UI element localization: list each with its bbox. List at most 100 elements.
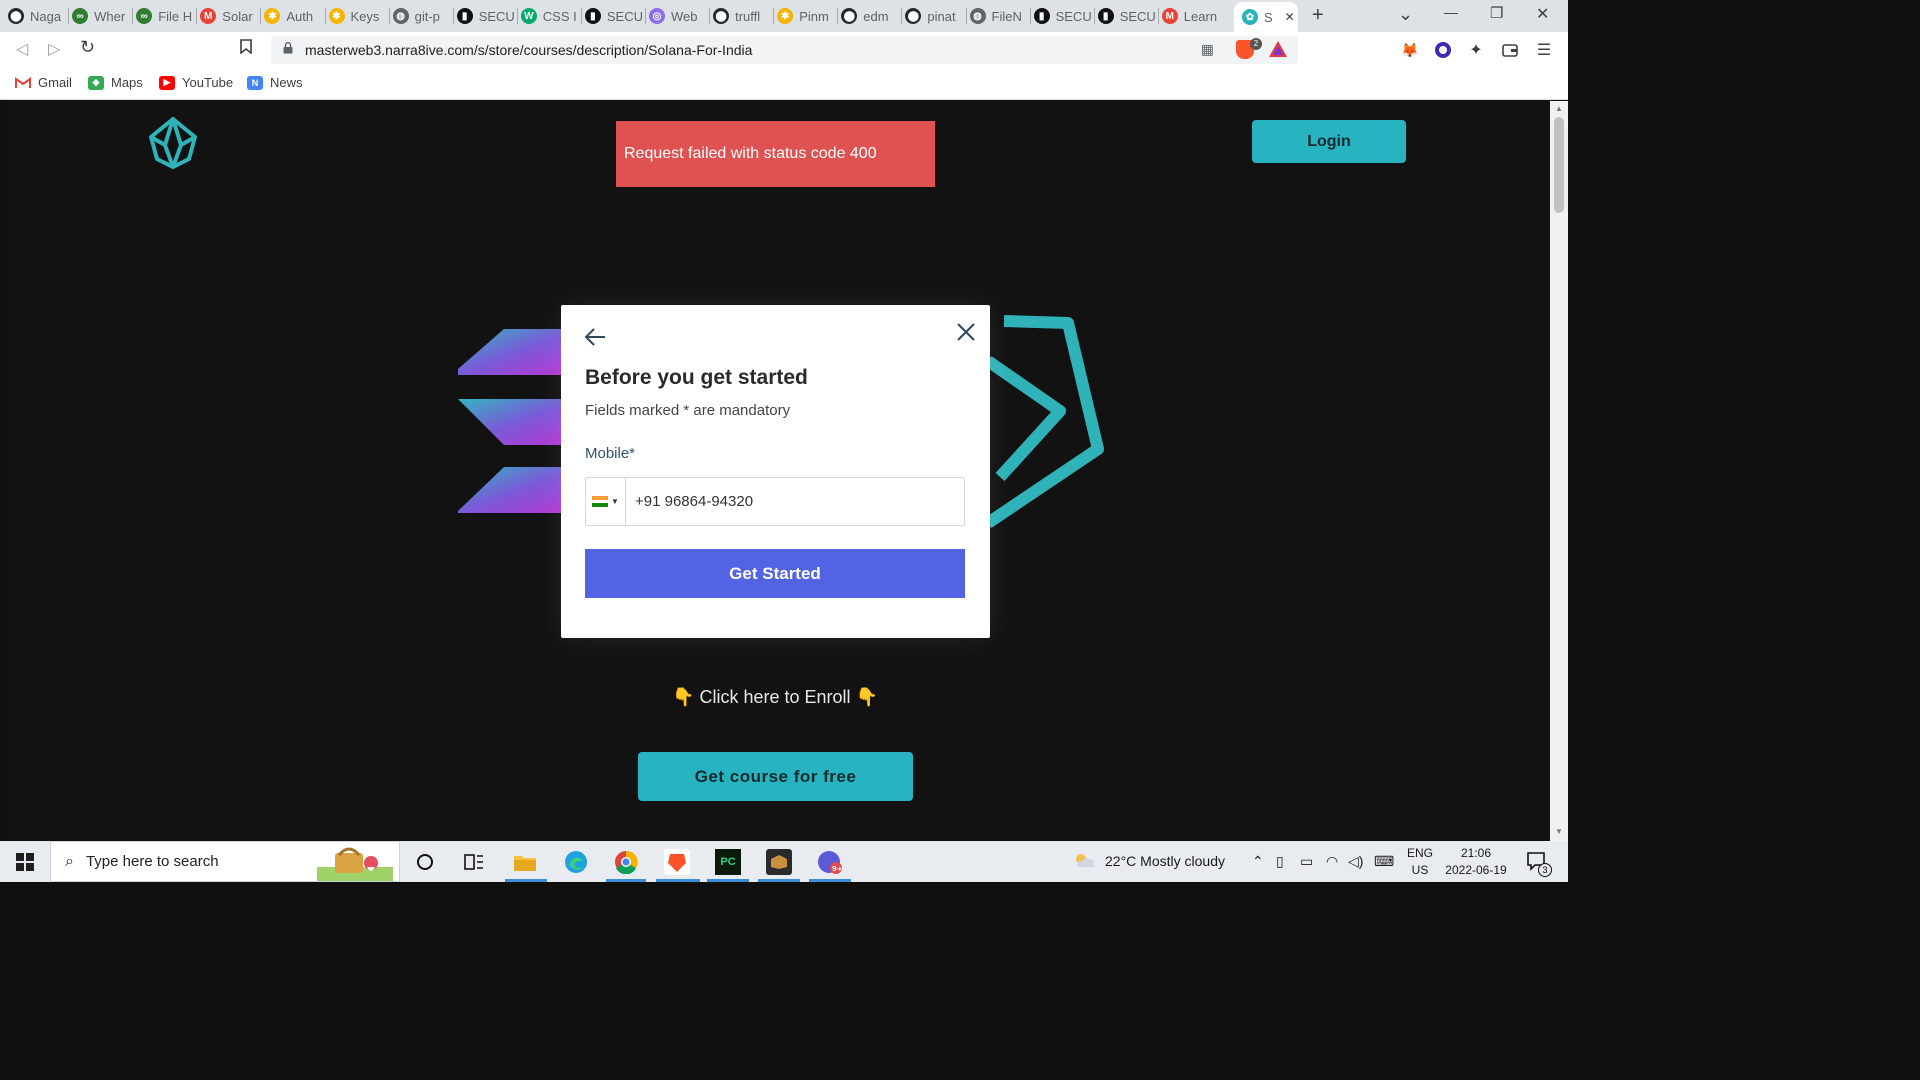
- back-icon[interactable]: ◁: [16, 39, 28, 59]
- browser-tab[interactable]: ∞ Wher: [72, 4, 130, 28]
- browser-tab-active[interactable]: ✿ S ✕: [1234, 2, 1298, 32]
- brave-icon[interactable]: [664, 849, 690, 875]
- url-text[interactable]: masterweb3.narra8ive.com/s/store/courses…: [305, 42, 752, 58]
- tab-label: Pinm: [799, 8, 829, 24]
- chrome-icon[interactable]: [613, 849, 639, 875]
- browser-tab[interactable]: ⬤ Naga: [8, 4, 66, 28]
- pinwheel-icon: ✱: [328, 8, 345, 24]
- region-code: US: [1411, 863, 1429, 877]
- pycharm-icon[interactable]: PC: [715, 849, 741, 875]
- file-explorer-icon[interactable]: [512, 849, 538, 875]
- get-course-free-button[interactable]: Get course for free: [638, 752, 913, 801]
- notion-icon: ▮: [584, 8, 601, 24]
- cortana-icon[interactable]: [412, 849, 438, 875]
- close-icon[interactable]: [955, 321, 977, 343]
- browser-tab[interactable]: ◎ Web: [649, 4, 707, 28]
- minimize-icon[interactable]: —: [1444, 4, 1458, 20]
- volume-icon[interactable]: ◁): [1348, 853, 1363, 870]
- keyboard-icon[interactable]: ⌨: [1374, 853, 1394, 870]
- edge-icon[interactable]: [563, 849, 589, 875]
- tab-separator: [709, 8, 711, 24]
- close-tab-icon[interactable]: ✕: [1285, 10, 1295, 24]
- windows-taskbar: ⌕ Type here to search PC 9+ 22°C Mostly …: [0, 841, 1568, 882]
- mobile-field[interactable]: ▼ +91 96864-94320: [585, 477, 965, 526]
- extensions-puzzle-icon[interactable]: ✦: [1466, 40, 1486, 60]
- tab-separator: [1093, 8, 1095, 24]
- scrollbar-thumb[interactable]: [1554, 117, 1564, 213]
- mobile-input[interactable]: +91 96864-94320: [635, 493, 753, 510]
- menu-icon[interactable]: ☰: [1534, 40, 1554, 60]
- site-logo-icon[interactable]: [145, 115, 201, 171]
- browser-tab[interactable]: ▮ SECU: [456, 4, 515, 28]
- address-bar[interactable]: masterweb3.narra8ive.com/s/store/courses…: [271, 36, 1298, 64]
- bookmark-label: Gmail: [38, 75, 72, 90]
- browser-tab[interactable]: ◍ FileN: [969, 4, 1028, 28]
- app-box-icon[interactable]: [766, 849, 792, 875]
- tab-label: FileN: [991, 8, 1022, 24]
- tab-separator: [645, 8, 646, 24]
- reload-icon[interactable]: ↻: [80, 37, 95, 58]
- windows-start-icon[interactable]: [16, 853, 34, 871]
- tab-search-icon[interactable]: ⌄: [1398, 4, 1413, 25]
- notion-icon: ▮: [456, 8, 473, 24]
- forward-icon[interactable]: ▷: [48, 39, 60, 59]
- system-clock[interactable]: 21:06 2022-06-19: [1440, 845, 1512, 879]
- wallet-icon[interactable]: [1500, 40, 1520, 60]
- close-window-icon[interactable]: ✕: [1536, 4, 1549, 24]
- chevron-up-icon[interactable]: ⌃: [1252, 853, 1264, 870]
- bookmark-maps[interactable]: ◆ Maps: [88, 75, 143, 90]
- task-view-icon[interactable]: [461, 849, 487, 875]
- taskbar-search[interactable]: ⌕ Type here to search: [50, 841, 400, 882]
- browser-tab[interactable]: ▮ SECU: [584, 4, 643, 28]
- new-tab-icon[interactable]: +: [1312, 4, 1324, 27]
- browser-tab[interactable]: ∞ File H: [136, 4, 194, 28]
- browser-tab[interactable]: ✱ Auth: [264, 4, 322, 28]
- tab-label: SECU: [1119, 8, 1156, 24]
- browser-tab[interactable]: ⬤ pinat: [905, 4, 963, 28]
- browser-tab[interactable]: ▮ SECU: [1097, 4, 1156, 28]
- browser-tab[interactable]: ⬤ edm: [841, 4, 899, 28]
- brave-rewards-icon[interactable]: [1268, 40, 1288, 63]
- language-indicator[interactable]: ENG US: [1396, 845, 1444, 879]
- browser-tab[interactable]: W CSS I: [520, 4, 579, 28]
- bookmark-youtube[interactable]: ▶ YouTube: [159, 75, 233, 90]
- github-icon: ⬤: [841, 8, 858, 24]
- svg-text:9+: 9+: [832, 865, 843, 873]
- browser-tab[interactable]: ✱ Keys: [328, 4, 387, 28]
- tab-label: Web: [671, 8, 698, 24]
- browser-tab[interactable]: ◍ git-p: [392, 4, 451, 28]
- battery-icon[interactable]: ▭: [1300, 853, 1313, 870]
- back-arrow-icon[interactable]: [583, 325, 607, 349]
- tab-separator: [324, 8, 326, 24]
- notification-count-badge: 3: [1538, 863, 1552, 877]
- page-scrollbar[interactable]: ▲ ▼: [1550, 101, 1568, 841]
- scroll-down-icon[interactable]: ▼: [1555, 827, 1563, 836]
- shields-count-badge: 2: [1250, 38, 1262, 50]
- restore-icon[interactable]: ❐: [1490, 4, 1503, 22]
- weather-text[interactable]: 22°C Mostly cloudy: [1105, 853, 1225, 869]
- notification-app-icon[interactable]: 9+: [817, 849, 843, 875]
- news-icon: N: [247, 75, 263, 90]
- tab-separator: [68, 8, 70, 24]
- device-icon[interactable]: ▯: [1276, 853, 1284, 870]
- browser-tab[interactable]: ⬤ truffl: [713, 4, 771, 28]
- bookmark-gmail[interactable]: Gmail: [15, 75, 72, 90]
- tab-separator: [260, 8, 262, 24]
- browser-tab[interactable]: ▮ SECU: [1033, 4, 1092, 28]
- browser-tab[interactable]: ✱ Pinm: [777, 4, 835, 28]
- scroll-up-icon[interactable]: ▲: [1555, 104, 1563, 113]
- browser-tab[interactable]: M Solar: [200, 4, 258, 28]
- extension-circle-icon[interactable]: [1433, 40, 1453, 60]
- login-button[interactable]: Login: [1252, 120, 1406, 163]
- bookmark-news[interactable]: N News: [247, 75, 303, 90]
- country-code-select[interactable]: ▼: [586, 478, 626, 525]
- bookmark-icon[interactable]: [240, 39, 252, 59]
- get-started-button[interactable]: Get Started: [585, 549, 965, 598]
- clock-time: 21:06: [1460, 846, 1492, 860]
- pinwheel-icon: ✱: [264, 8, 281, 24]
- qr-code-icon[interactable]: ▦: [1201, 41, 1214, 58]
- metamask-icon[interactable]: 🦊: [1400, 40, 1420, 60]
- browser-tab[interactable]: M Learn: [1161, 4, 1220, 28]
- wifi-icon[interactable]: ◠: [1326, 853, 1338, 870]
- tab-separator: [452, 8, 454, 24]
